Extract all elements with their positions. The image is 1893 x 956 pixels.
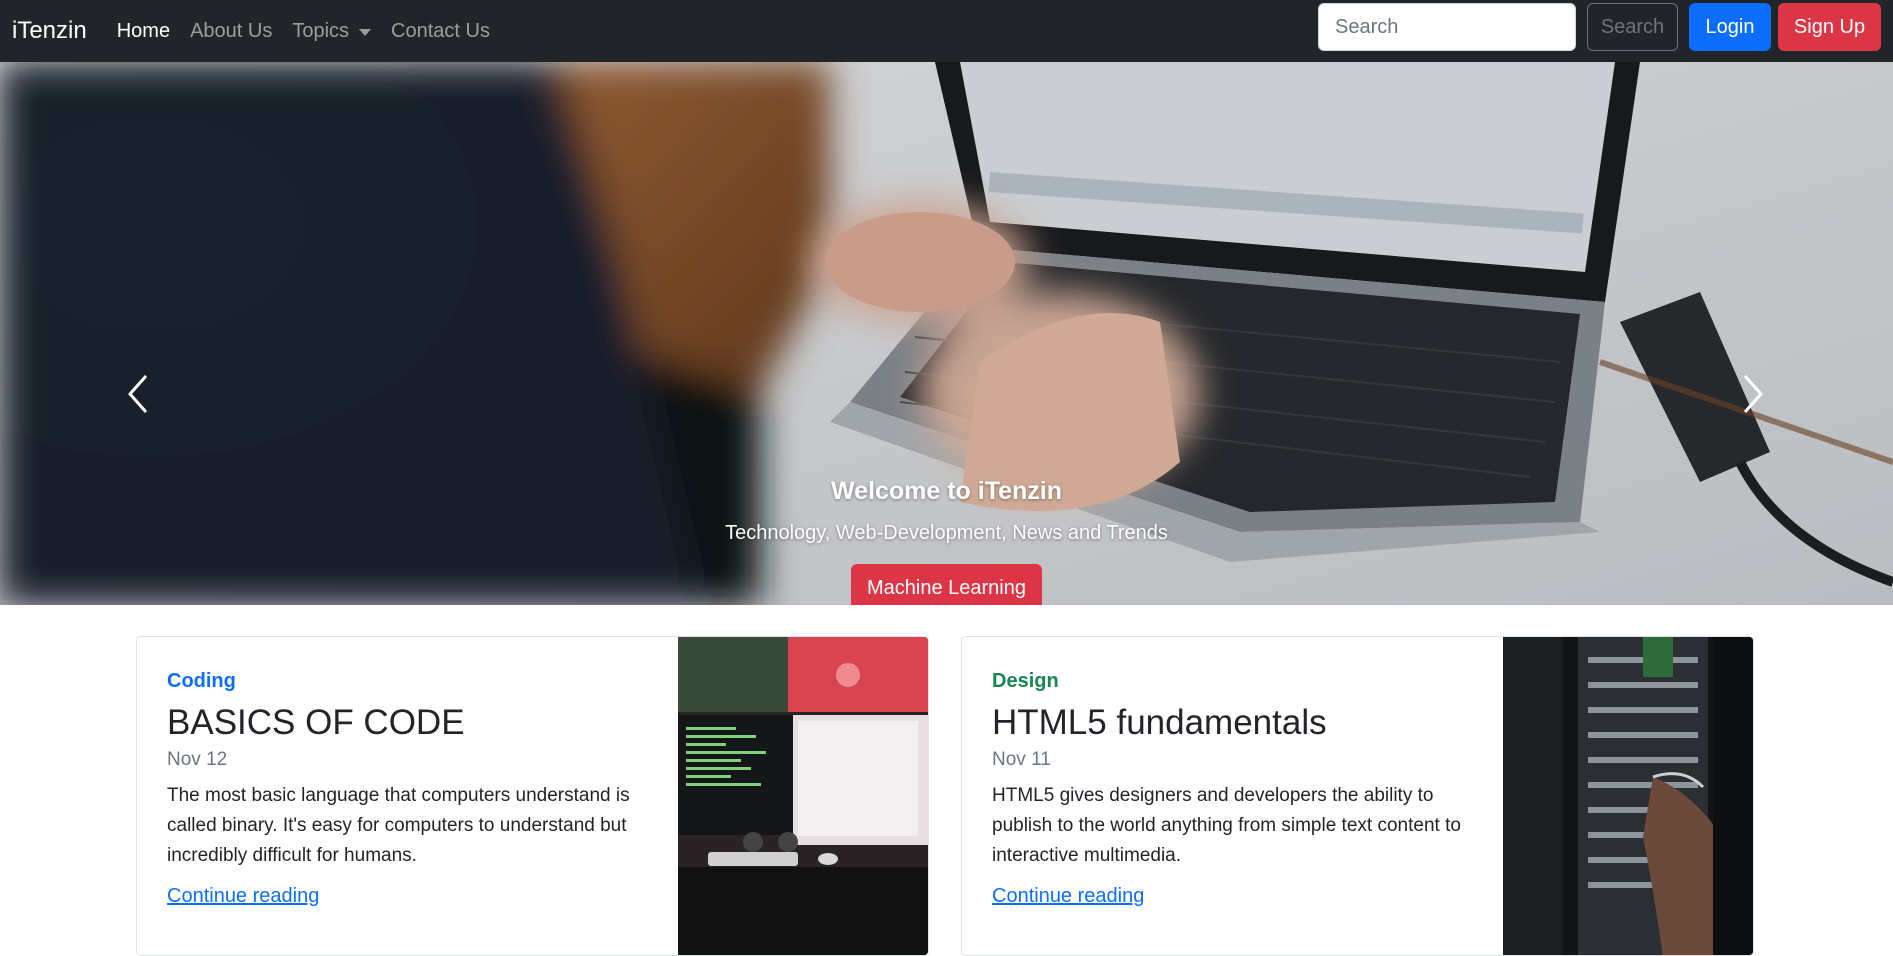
hero-title: Welcome to iTenzin	[830, 477, 1063, 505]
post-category: Coding	[167, 670, 236, 692]
nav-contact[interactable]: Contact Us	[391, 20, 490, 43]
brand-logo[interactable]: iTenzin	[12, 17, 87, 45]
post-title: BASICS OF CODE	[167, 703, 465, 742]
post-title: HTML5 fundamentals	[992, 703, 1327, 742]
hero-carousel: Welcome to iTenzin Technology, Web-Devel…	[0, 62, 1893, 605]
nav-home[interactable]: Home	[117, 20, 170, 43]
post-card: Coding BASICS OF CODE Nov 12 The most ba…	[136, 636, 929, 956]
nav-topics-label: Topics	[292, 19, 350, 42]
post-card-body: Design HTML5 fundamentals Nov 11 HTML5 g…	[962, 637, 1503, 955]
nav-topics-dropdown[interactable]: Topics	[292, 19, 372, 43]
post-card: Design HTML5 fundamentals Nov 11 HTML5 g…	[961, 636, 1754, 956]
featured-posts: Coding BASICS OF CODE Nov 12 The most ba…	[136, 636, 1754, 956]
post-date: Nov 12	[167, 749, 228, 770]
carousel-caption: Welcome to iTenzin Technology, Web-Devel…	[0, 477, 1893, 605]
carousel-next-icon[interactable]	[1733, 362, 1773, 422]
post-thumbnail-image	[678, 637, 928, 955]
hero-cta-button[interactable]: Machine Learning	[851, 564, 1042, 605]
caret-down-icon	[359, 28, 372, 36]
search-button[interactable]: Search	[1587, 3, 1678, 51]
login-button[interactable]: Login	[1689, 3, 1771, 51]
nav-about[interactable]: About Us	[190, 20, 272, 43]
hero-subtitle: Technology, Web-Development, News and Tr…	[725, 522, 1168, 544]
search-input[interactable]	[1318, 3, 1576, 51]
navbar: iTenzin Home About Us Topics Contact Us …	[0, 0, 1893, 62]
post-excerpt: HTML5 gives designers and developers the…	[992, 785, 1461, 866]
continue-reading-link[interactable]: Continue reading	[167, 885, 319, 907]
signup-button[interactable]: Sign Up	[1778, 3, 1881, 51]
post-category: Design	[992, 670, 1059, 692]
post-excerpt: The most basic language that computers u…	[167, 785, 630, 866]
post-date: Nov 11	[992, 749, 1051, 770]
carousel-prev-icon[interactable]	[118, 362, 158, 422]
post-card-body: Coding BASICS OF CODE Nov 12 The most ba…	[137, 637, 678, 955]
continue-reading-link[interactable]: Continue reading	[992, 885, 1144, 907]
nav-actions: Search Login Sign Up	[1318, 3, 1881, 51]
post-thumbnail-image	[1503, 637, 1753, 955]
